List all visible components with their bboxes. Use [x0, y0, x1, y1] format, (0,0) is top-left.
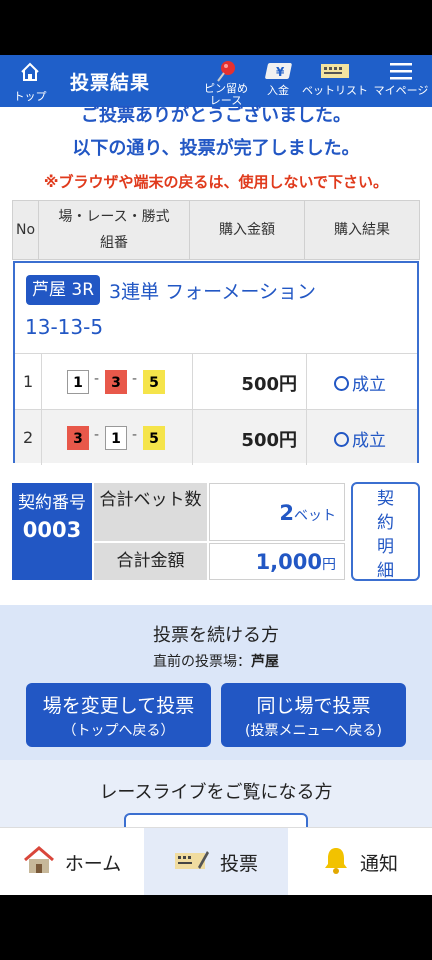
ticket-icon — [174, 850, 209, 869]
betlist-icon — [321, 64, 349, 78]
col-combo-label: 組番 — [100, 235, 128, 251]
warning-message: ※ブラウザや端末の戻るは、使用しないで下さい。 — [43, 173, 389, 191]
result-table-header: No 場・レース・勝式 組番 購入金額 購入結果 — [12, 200, 420, 260]
pin-race-button[interactable]: ピン留め レース — [200, 59, 252, 107]
contract-detail-button[interactable]: 契約明細 — [351, 482, 420, 581]
race-badge: 芦屋 3R — [26, 275, 101, 305]
prev-venue-line: 直前の投票場：芦屋 — [0, 651, 432, 671]
row-no: 1 — [23, 372, 34, 391]
col-result: 購入結果 — [334, 222, 390, 238]
same-venue-title: 同じ場で投票 — [256, 695, 371, 717]
app-view: トップ 投票結果 ピン留め レース ¥ 入金 ベットリスト マイページ ご投票あ… — [0, 55, 432, 895]
bet-result: 成立 — [334, 370, 386, 395]
nav-notify[interactable]: 通知 — [288, 828, 432, 895]
thanks-message: ご投票ありがとうございました。 — [81, 105, 351, 126]
bet-amount: 500円 — [241, 374, 297, 395]
mypage-label: マイページ — [373, 84, 429, 97]
col-race: 場・レース・勝式 組番 — [39, 201, 190, 259]
bet-type: 3連単 フォーメーション — [109, 281, 316, 303]
col-no: No — [13, 201, 39, 259]
mypage-button[interactable]: マイページ — [372, 59, 430, 105]
svg-text:¥: ¥ — [276, 65, 285, 79]
bell-icon — [324, 847, 347, 874]
bet-result: 成立 — [334, 426, 386, 451]
deposit-label: 入金 — [267, 84, 289, 97]
header-bar: トップ 投票結果 ピン留め レース ¥ 入金 ベットリスト マイページ — [0, 55, 432, 107]
prev-venue-label: 直前の投票場： — [153, 654, 251, 670]
pin-icon — [217, 61, 235, 82]
betlist-label: ベットリスト — [302, 84, 368, 97]
change-venue-title: 場を変更して投票 — [42, 695, 195, 717]
menu-icon — [390, 63, 412, 80]
page-title: 投票結果 — [70, 72, 151, 94]
home-icon — [23, 845, 54, 873]
boat-number: 1 — [67, 370, 89, 394]
race-live-title: レースライブをご覧になる方 — [99, 782, 333, 803]
betlist-button[interactable]: ベットリスト — [302, 59, 368, 105]
prev-venue: 芦屋 — [251, 654, 279, 670]
boat-number: 5 — [143, 426, 165, 450]
total-amount-value: 1,000円 — [209, 543, 345, 580]
contract-number: 0003 — [22, 518, 82, 542]
complete-message: 以下の通り、投票が完了しました。 — [72, 138, 360, 159]
nav-notify-label: 通知 — [359, 852, 398, 875]
table-row: 1 1 - 3 - 5 500円 成立 — [15, 353, 417, 409]
contract-number-box: 契約番号 0003 — [12, 483, 92, 580]
circle-icon — [334, 376, 349, 391]
col-amount: 購入金額 — [190, 201, 305, 259]
total-bets-number: 2 — [279, 501, 294, 525]
total-bets-label: 合計ベット数 — [94, 483, 207, 541]
boat-number: 5 — [143, 370, 165, 394]
same-venue-button[interactable]: 同じ場で投票 (投票メニューへ戻る) — [221, 683, 406, 747]
bottom-nav: ホーム 投票 通知 — [0, 827, 432, 895]
combination: 13-13-5 — [25, 315, 104, 339]
total-amount-number: 1,000 — [255, 550, 322, 574]
top-button[interactable]: トップ — [8, 59, 52, 105]
change-venue-sub: （トップへ戻る） — [62, 723, 175, 739]
boat-number: 1 — [105, 426, 127, 450]
continue-title: 投票を続ける方 — [153, 625, 279, 646]
nav-vote-label: 投票 — [219, 852, 258, 875]
total-amount-unit: 円 — [322, 557, 336, 573]
boat-number: 3 — [67, 426, 89, 450]
change-venue-button[interactable]: 場を変更して投票 （トップへ戻る） — [26, 683, 211, 747]
table-row: 2 3 - 1 - 5 500円 成立 — [15, 409, 417, 465]
nav-home[interactable]: ホーム — [0, 828, 144, 895]
phone-screen: トップ 投票結果 ピン留め レース ¥ 入金 ベットリスト マイページ ご投票あ… — [0, 0, 432, 960]
circle-icon — [334, 432, 349, 447]
nav-home-label: ホーム — [64, 852, 122, 875]
total-amount-label: 合計金額 — [94, 543, 207, 580]
contract-detail-label: 契約明細 — [377, 489, 394, 581]
race-live-section: レースライブをご覧になる方 — [0, 760, 432, 843]
bet-result-label: 成立 — [352, 375, 386, 395]
bet-result-label: 成立 — [352, 431, 386, 451]
boat-number: 3 — [105, 370, 127, 394]
contract-label: 契約番号 — [18, 493, 86, 513]
nav-vote[interactable]: 投票 — [144, 828, 288, 895]
total-bets-value: 2ベット — [209, 483, 345, 541]
bet-amount: 500円 — [241, 430, 297, 451]
deposit-button[interactable]: ¥ 入金 — [258, 59, 298, 105]
home-outline-icon — [21, 62, 39, 81]
col-race-label: 場・レース・勝式 — [58, 209, 170, 225]
yen-card-icon: ¥ — [265, 63, 292, 79]
bet-block: 芦屋 3R 3連単 フォーメーション 13-13-5 1 1 - 3 - 5 5… — [13, 261, 419, 465]
total-bets-unit: ベット — [294, 508, 336, 524]
row-no: 2 — [23, 428, 34, 447]
same-venue-sub: (投票メニューへ戻る) — [245, 723, 382, 739]
continue-section: 投票を続ける方 直前の投票場：芦屋 場を変更して投票 （トップへ戻る） 同じ場で… — [0, 605, 432, 760]
